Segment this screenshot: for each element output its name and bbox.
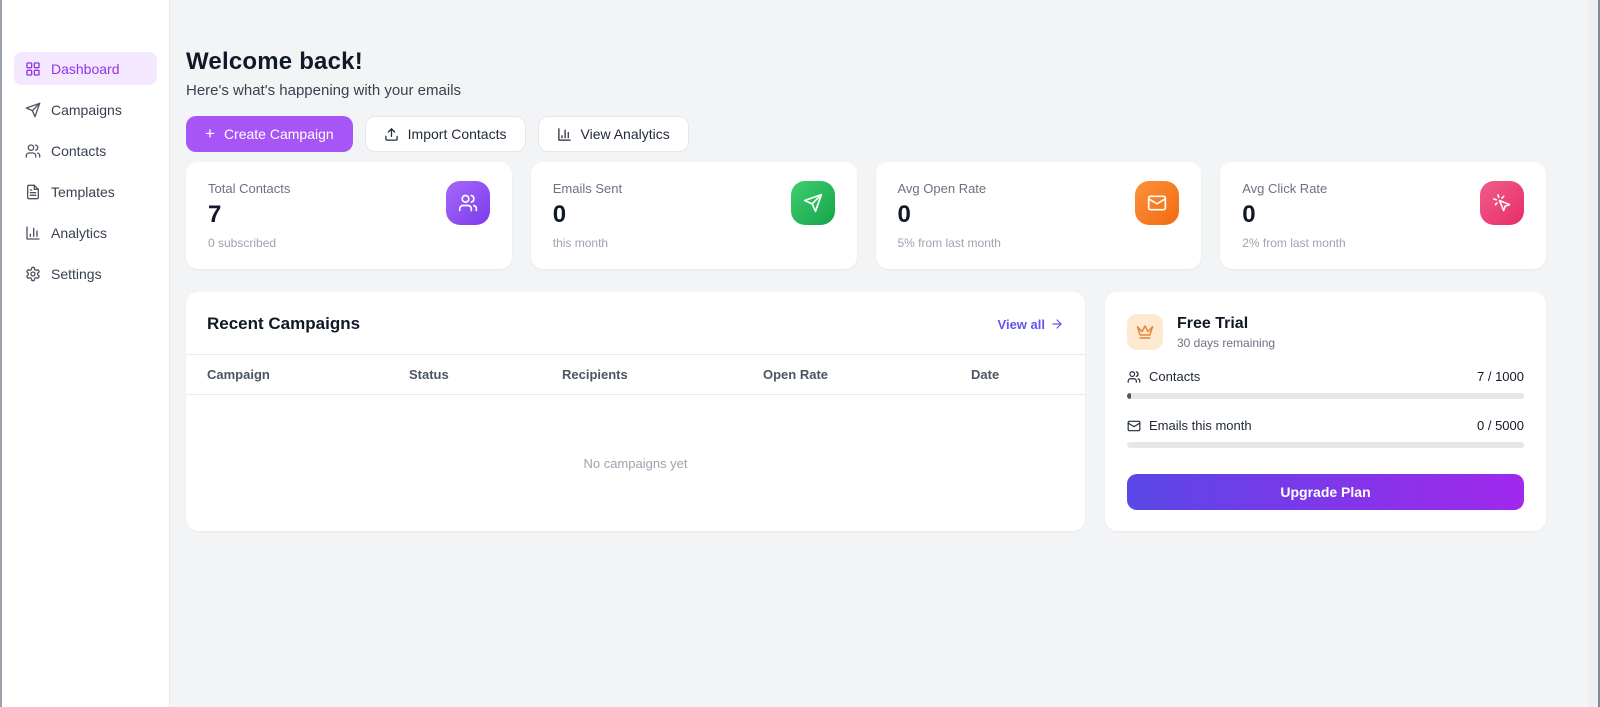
- upload-icon: [384, 127, 399, 142]
- recent-campaigns-panel: Recent Campaigns View all Campaign Statu…: [186, 292, 1085, 531]
- plan-panel: Free Trial 30 days remaining Contacts 7 …: [1105, 292, 1546, 531]
- view-all-label: View all: [998, 317, 1045, 332]
- usage-value: 7 / 1000: [1477, 369, 1524, 384]
- create-campaign-button[interactable]: + Create Campaign: [186, 116, 353, 152]
- mouse-pointer-click-icon: [1480, 181, 1524, 225]
- column-header-recipients: Recipients: [562, 367, 763, 382]
- mail-icon: [1127, 419, 1141, 433]
- upgrade-plan-button[interactable]: Upgrade Plan: [1127, 474, 1524, 510]
- layout-grid-icon: [25, 61, 41, 77]
- sidebar-item-label: Campaigns: [51, 102, 122, 118]
- send-icon: [25, 102, 41, 118]
- usage-row-contacts: Contacts 7 / 1000: [1127, 369, 1524, 384]
- sidebar-item-label: Templates: [51, 184, 115, 200]
- quick-actions: + Create Campaign Import Contacts View A…: [186, 116, 1546, 152]
- sidebar-item-dashboard[interactable]: Dashboard: [14, 52, 157, 85]
- usage-label: Emails this month: [1149, 418, 1252, 433]
- stats-row: Total Contacts 7 0 subscribed Emails Sen…: [186, 162, 1546, 269]
- import-contacts-button[interactable]: Import Contacts: [365, 116, 526, 152]
- column-header-date: Date: [971, 367, 1064, 382]
- plan-name: Free Trial: [1177, 315, 1275, 333]
- create-campaign-label: Create Campaign: [224, 126, 334, 142]
- arrow-right-icon: [1050, 317, 1064, 331]
- sidebar-item-contacts[interactable]: Contacts: [14, 134, 157, 167]
- page-subtitle: Here's what's happening with your emails: [186, 82, 1546, 99]
- users-icon: [25, 143, 41, 159]
- stat-card-click-rate: Avg Click Rate 0 2% from last month: [1220, 162, 1546, 269]
- empty-state-message: No campaigns yet: [583, 456, 687, 471]
- sidebar-item-label: Settings: [51, 266, 102, 282]
- page-title: Welcome back!: [186, 48, 1546, 76]
- sidebar-item-analytics[interactable]: Analytics: [14, 216, 157, 249]
- stat-card-emails-sent: Emails Sent 0 this month: [531, 162, 857, 269]
- send-icon: [791, 181, 835, 225]
- column-header-status: Status: [409, 367, 562, 382]
- campaigns-table-header: Campaign Status Recipients Open Rate Dat…: [186, 354, 1085, 395]
- crown-icon: [1127, 314, 1163, 350]
- users-icon: [446, 181, 490, 225]
- sidebar-item-label: Contacts: [51, 143, 106, 159]
- bar-chart-icon: [557, 127, 572, 142]
- view-all-link[interactable]: View all: [998, 317, 1064, 332]
- column-header-campaign: Campaign: [207, 367, 409, 382]
- usage-label: Contacts: [1149, 369, 1200, 384]
- sidebar-item-label: Dashboard: [51, 61, 120, 77]
- stat-card-open-rate: Avg Open Rate 0 5% from last month: [876, 162, 1202, 269]
- usage-value: 0 / 5000: [1477, 418, 1524, 433]
- usage-row-emails: Emails this month 0 / 5000: [1127, 418, 1524, 433]
- import-contacts-label: Import Contacts: [408, 126, 507, 142]
- stat-card-total-contacts: Total Contacts 7 0 subscribed: [186, 162, 512, 269]
- view-analytics-button[interactable]: View Analytics: [538, 116, 689, 152]
- stat-subtext: 0 subscribed: [208, 236, 490, 250]
- sidebar: Dashboard Campaigns Contacts Templates A…: [2, 0, 170, 707]
- recent-campaigns-title: Recent Campaigns: [207, 314, 360, 334]
- view-analytics-label: View Analytics: [581, 126, 670, 142]
- sidebar-item-label: Analytics: [51, 225, 107, 241]
- main-content: Welcome back! Here's what's happening wi…: [170, 0, 1588, 707]
- gear-icon: [25, 266, 41, 282]
- sidebar-item-settings[interactable]: Settings: [14, 257, 157, 290]
- mail-icon: [1135, 181, 1179, 225]
- contacts-progress-bar: [1127, 393, 1524, 399]
- emails-progress-bar: [1127, 442, 1524, 448]
- stat-subtext: 2% from last month: [1242, 236, 1524, 250]
- file-text-icon: [25, 184, 41, 200]
- column-header-open-rate: Open Rate: [763, 367, 971, 382]
- users-icon: [1127, 370, 1141, 384]
- vertical-scrollbar[interactable]: [1588, 0, 1600, 707]
- stat-subtext: this month: [553, 236, 835, 250]
- bar-chart-icon: [25, 225, 41, 241]
- plus-icon: +: [205, 125, 215, 142]
- plan-remaining: 30 days remaining: [1177, 336, 1275, 350]
- sidebar-item-campaigns[interactable]: Campaigns: [14, 93, 157, 126]
- sidebar-item-templates[interactable]: Templates: [14, 175, 157, 208]
- stat-subtext: 5% from last month: [898, 236, 1180, 250]
